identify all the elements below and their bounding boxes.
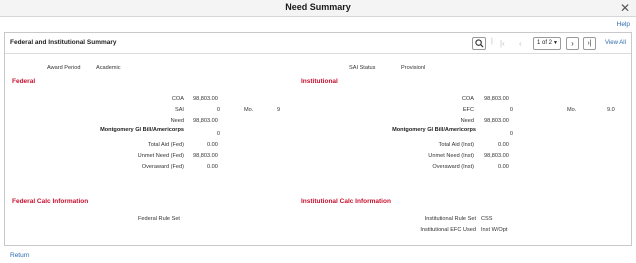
dialog-title: Need Summary	[285, 2, 351, 12]
inst-mo-label: Mo.	[567, 107, 577, 113]
fed-total-aid-label: Total Aid (Fed)	[147, 142, 184, 148]
federal-calc-heading: Federal Calc Information	[12, 198, 89, 205]
inst-rule-set-label: Institutional Rule Set	[424, 216, 476, 222]
inst-total-aid-value: 0.00	[498, 142, 509, 148]
inst-efc-value: 0	[509, 107, 513, 113]
fed-overaward-value: 0.00	[207, 164, 218, 170]
award-period-value: Academic	[96, 65, 121, 71]
fed-overaward-label: Overaward (Fed)	[141, 164, 184, 170]
search-button[interactable]	[472, 37, 486, 50]
last-page-icon[interactable]: ›|	[583, 37, 596, 50]
inst-overaward-label: Overaward (Inst)	[432, 164, 474, 170]
inst-total-aid-label: Total Aid (Inst)	[438, 142, 474, 148]
fed-rule-set-label: Federal Rule Set	[138, 216, 180, 222]
search-icon	[474, 39, 484, 48]
page-select[interactable]: 1 of 2 ▼	[533, 37, 561, 50]
chevron-down-icon: ▼	[553, 40, 558, 46]
institutional-heading: Institutional	[301, 78, 338, 85]
inst-coa-label: COA	[461, 96, 474, 102]
fed-mo-label: Mo.	[244, 107, 254, 113]
panel-header: Federal and Institutional Summary | |‹ ‹…	[5, 33, 631, 54]
fed-gi-label: Montgomery GI Bill/Americorps	[100, 127, 184, 133]
fed-total-aid-value: 0.00	[207, 142, 218, 148]
institutional-calc-heading: Institutional Calc Information	[301, 198, 391, 205]
inst-efc-used-value: Inst W/Opt	[481, 227, 508, 233]
inst-coa-value: 98,803.00	[484, 96, 509, 102]
return-link[interactable]: Return	[10, 252, 30, 259]
separator: |	[491, 38, 493, 45]
first-page-icon[interactable]: |‹	[500, 37, 505, 50]
panel-title: Federal and Institutional Summary	[10, 39, 117, 46]
fed-coa-label: COA	[171, 96, 184, 102]
sai-status-value: Provisionl	[401, 65, 426, 71]
fed-mo-value: 9	[277, 107, 281, 113]
previous-page-icon[interactable]: ‹	[519, 37, 522, 50]
federal-heading: Federal	[12, 78, 36, 85]
view-all-link[interactable]: View All	[605, 40, 626, 46]
inst-unmet-value: 98,803.00	[484, 153, 509, 159]
dialog-titlebar: Need Summary ✕	[0, 0, 636, 17]
fed-unmet-value: 98,803.00	[193, 153, 218, 159]
fed-sai-value: 0	[216, 107, 220, 113]
fed-sai-label: SAI	[174, 107, 184, 113]
help-link[interactable]: Help	[617, 21, 630, 28]
inst-overaward-value: 0.00	[498, 164, 509, 170]
inst-rule-set-value: CSS	[481, 216, 493, 222]
inst-efc-used-label: Institutional EFC Used	[420, 227, 476, 233]
next-page-icon[interactable]: ›	[566, 37, 579, 50]
inst-gi-label: Montgomery GI Bill/Americorps	[392, 127, 476, 133]
inst-need-label: Need	[460, 118, 474, 124]
award-period-label: Award Period	[47, 65, 81, 71]
fed-gi-value: 0	[216, 131, 220, 137]
inst-mo-value: 9.0	[607, 107, 615, 113]
inst-unmet-label: Unmet Need (Inst)	[428, 153, 474, 159]
fed-need-label: Need	[170, 118, 184, 124]
fed-unmet-label: Unmet Need (Fed)	[137, 153, 184, 159]
inst-gi-value: 0	[509, 131, 513, 137]
page-select-value: 1 of 2	[537, 40, 553, 46]
sai-status-label: SAI Status	[349, 65, 376, 71]
inst-need-value: 98,803.00	[484, 118, 509, 124]
close-icon[interactable]: ✕	[620, 1, 630, 15]
inst-efc-label: EFC	[462, 107, 474, 113]
fed-coa-value: 98,803.00	[193, 96, 218, 102]
fed-need-value: 98,803.00	[193, 118, 218, 124]
